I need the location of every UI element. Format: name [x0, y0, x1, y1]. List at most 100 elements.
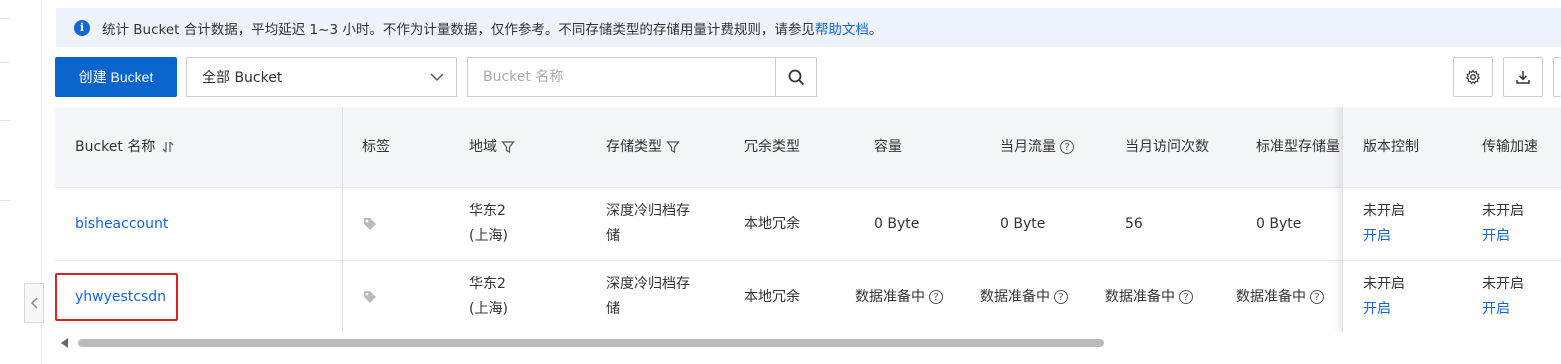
- status-text: 数据准备中: [1105, 288, 1175, 305]
- sort-icon[interactable]: [161, 140, 175, 154]
- traffic-cell: 0 Byte: [1000, 215, 1046, 232]
- redundancy-cell: 本地冗余: [744, 288, 800, 305]
- status-text: 数据准备中: [1236, 288, 1306, 305]
- settings-button[interactable]: [1453, 57, 1493, 97]
- chevron-left-icon: [30, 297, 38, 309]
- column-label: 当月流量: [1000, 138, 1056, 155]
- storage-class-text: 深度冷归档存: [606, 203, 690, 219]
- versioning-cell: 未开启 开启: [1363, 188, 1405, 260]
- rail-divider: [0, 200, 10, 201]
- traffic-cell: 数据准备中?: [980, 261, 1068, 333]
- help-doc-link[interactable]: 帮助文档: [815, 18, 869, 38]
- scroll-left-icon[interactable]: [61, 338, 68, 348]
- rail-divider: [0, 120, 10, 121]
- create-bucket-button[interactable]: 创建 Bucket: [55, 57, 177, 97]
- help-icon[interactable]: ?: [1179, 290, 1193, 304]
- toolbar: 创建 Bucket 全部 Bucket: [55, 57, 1561, 97]
- table-row: yhwyestcsdn 华东2 (上海) 深度冷归档存 储 本地冗余 数据准备中…: [55, 261, 1561, 333]
- column-divider: [342, 107, 343, 333]
- fixed-header: 版本控制 传输加速: [1343, 107, 1561, 188]
- filter-icon[interactable]: [501, 140, 515, 154]
- help-icon[interactable]: ?: [929, 290, 943, 304]
- column-header-region[interactable]: 地域: [469, 107, 515, 187]
- region-cell: 华东2 (上海): [469, 261, 508, 333]
- fixed-row: 未开启 开启 未开启 开启: [1343, 261, 1561, 333]
- rail-divider: [0, 18, 10, 19]
- column-header-visits: 当月访问次数: [1125, 138, 1209, 155]
- column-header-versioning: 版本控制: [1363, 138, 1419, 155]
- tag-cell[interactable]: [362, 188, 378, 260]
- bucket-search: [467, 57, 817, 97]
- fixed-right-columns: 版本控制 传输加速 未开启 开启 未开启 开启 未开启 开启 未开启 开启: [1342, 107, 1561, 333]
- bucket-filter-select[interactable]: 全部 Bucket: [186, 57, 457, 97]
- redundancy-cell: 本地冗余: [744, 215, 800, 232]
- versioning-cell: 未开启 开启: [1363, 261, 1405, 333]
- gear-icon: [1465, 69, 1481, 85]
- column-header-name[interactable]: Bucket 名称: [75, 107, 175, 187]
- storage-class-cell: 深度冷归档存 储: [606, 261, 690, 333]
- info-icon: i: [74, 19, 90, 36]
- column-header-redundancy: 冗余类型: [744, 138, 800, 155]
- filter-icon[interactable]: [666, 140, 680, 154]
- bucket-name[interactable]: bisheaccount: [75, 212, 168, 237]
- rail-divider: [0, 62, 10, 63]
- enable-versioning-link[interactable]: 开启: [1363, 297, 1391, 322]
- region-cell: 华东2 (上海): [469, 188, 508, 260]
- status-text: 数据准备中: [980, 288, 1050, 305]
- scrollbar-thumb[interactable]: [78, 339, 1104, 347]
- notice-text: 统计 Bucket 合计数据，平均延迟 1~3 小时。不作为计量数据，仅作参考。…: [102, 21, 815, 38]
- notice-suffix: 。: [868, 21, 883, 38]
- highlight-box: [55, 273, 178, 321]
- more-button[interactable]: [1553, 57, 1561, 97]
- acceleration-status: 未开启: [1482, 203, 1524, 219]
- enable-acceleration-link[interactable]: 开启: [1482, 224, 1510, 249]
- storage-class-text-wrap: 储: [606, 301, 620, 317]
- help-icon[interactable]: ?: [1310, 290, 1324, 304]
- table-header: Bucket 名称 标签 地域 存储类型 冗余类型 容量 当月流量 ? 当月访问…: [55, 107, 1561, 188]
- enable-versioning-link[interactable]: 开启: [1363, 224, 1391, 249]
- region-text: 华东2: [469, 276, 506, 292]
- tag-cell[interactable]: [362, 261, 378, 333]
- storage-class-text-wrap: 储: [606, 228, 620, 244]
- fixed-row: 未开启 开启 未开启 开启: [1343, 188, 1561, 261]
- horizontal-scrollbar[interactable]: [56, 334, 1561, 352]
- export-button[interactable]: [1503, 57, 1543, 97]
- search-button[interactable]: [775, 58, 816, 96]
- column-header-std-storage: 标准型存储量: [1256, 138, 1340, 155]
- help-icon[interactable]: ?: [1060, 140, 1074, 154]
- tag-icon[interactable]: [362, 216, 378, 232]
- bucket-name-link[interactable]: bisheaccount: [75, 188, 168, 260]
- storage-class-cell: 深度冷归档存 储: [606, 188, 690, 260]
- column-header-storage-class[interactable]: 存储类型: [606, 107, 680, 187]
- bucket-table: Bucket 名称 标签 地域 存储类型 冗余类型 容量 当月流量 ? 当月访问…: [55, 107, 1561, 333]
- chevron-down-icon: [430, 73, 444, 81]
- std-storage-cell: 数据准备中?: [1236, 261, 1324, 333]
- column-header-traffic: 当月流量 ?: [1000, 107, 1074, 187]
- enable-acceleration-link[interactable]: 开启: [1482, 297, 1510, 322]
- tag-icon[interactable]: [362, 289, 378, 305]
- sidebar-collapse-button[interactable]: [24, 283, 44, 323]
- region-subtext: (上海): [469, 228, 508, 244]
- column-label: Bucket 名称: [75, 138, 156, 155]
- std-storage-cell: 0 Byte: [1256, 215, 1302, 232]
- column-header-tags: 标签: [362, 138, 390, 155]
- visits-cell: 数据准备中?: [1105, 261, 1193, 333]
- status-text: 数据准备中: [855, 288, 925, 305]
- download-icon: [1516, 71, 1530, 84]
- acceleration-cell: 未开启 开启: [1482, 188, 1524, 260]
- column-label: 地域: [469, 138, 497, 155]
- versioning-status: 未开启: [1363, 203, 1405, 219]
- search-icon: [788, 69, 804, 85]
- capacity-cell: 数据准备中?: [855, 261, 943, 333]
- bucket-search-input[interactable]: [468, 58, 775, 96]
- help-icon[interactable]: ?: [1054, 290, 1068, 304]
- acceleration-status: 未开启: [1482, 276, 1524, 292]
- column-header-capacity: 容量: [874, 138, 902, 155]
- info-notice: i 统计 Bucket 合计数据，平均延迟 1~3 小时。不作为计量数据，仅作参…: [56, 8, 1561, 47]
- capacity-cell: 0 Byte: [874, 215, 920, 232]
- acceleration-cell: 未开启 开启: [1482, 261, 1524, 333]
- bucket-filter-value: 全部 Bucket: [202, 70, 283, 86]
- versioning-status: 未开启: [1363, 276, 1405, 292]
- column-label: 存储类型: [606, 138, 662, 155]
- region-subtext: (上海): [469, 301, 508, 317]
